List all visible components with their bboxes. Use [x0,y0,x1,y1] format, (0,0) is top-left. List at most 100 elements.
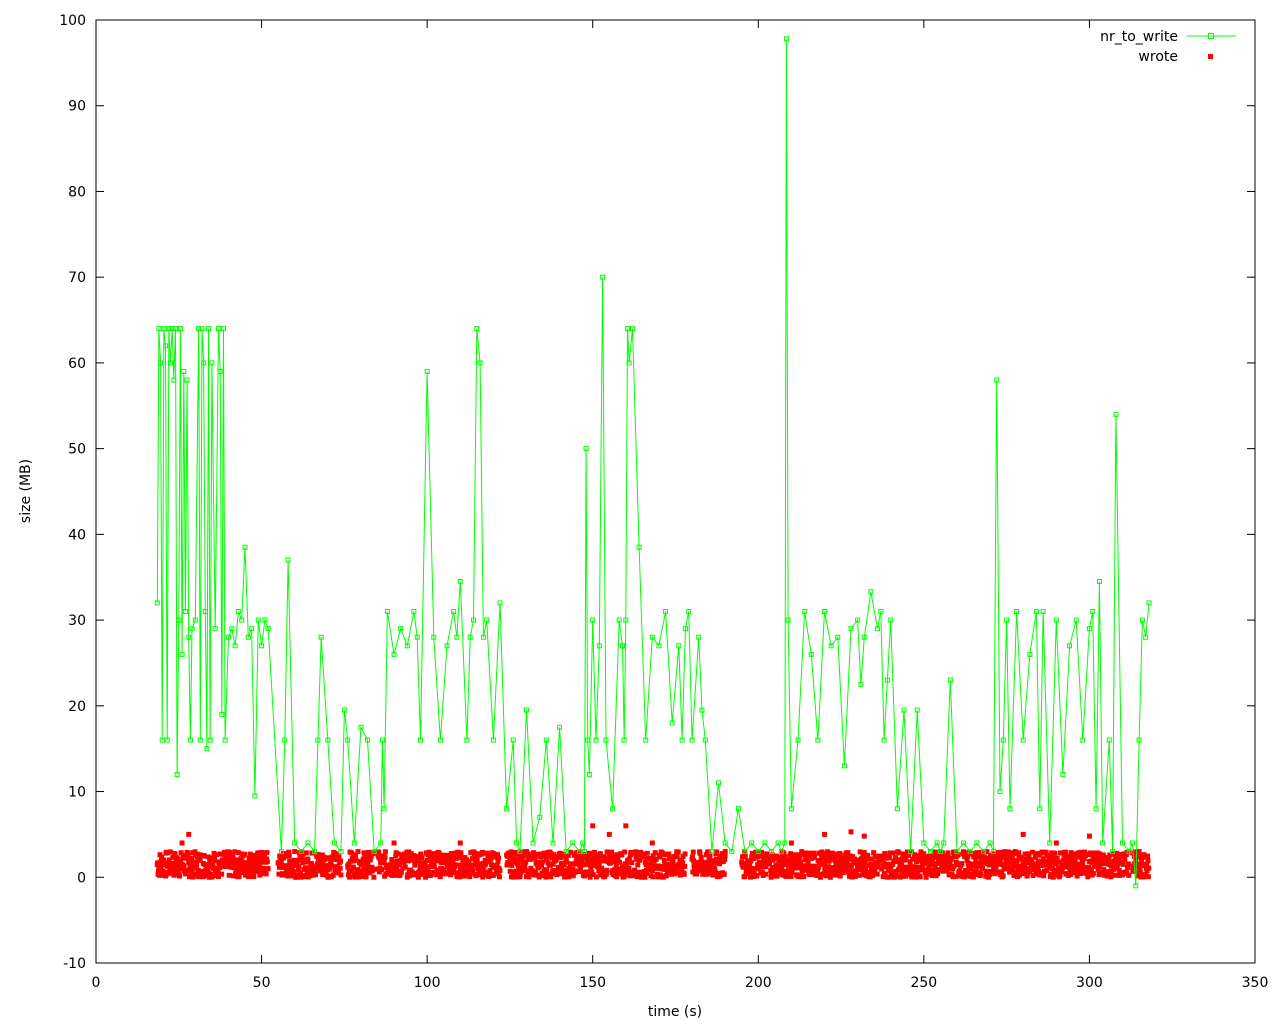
point-wrote [978,871,984,877]
point-wrote [205,854,211,860]
point-wrote [1122,856,1128,862]
point-wrote [722,849,728,855]
legend-label-wrote: wrote [1138,49,1178,65]
y-tick-label: 50 [68,442,86,458]
x-tick-label: 300 [1076,975,1103,991]
point-wrote [788,840,794,846]
point-wrote [497,868,503,874]
point-wrote [822,831,828,837]
point-wrote [652,850,658,856]
point-wrote [347,874,353,880]
y-tick-label: 60 [68,356,86,372]
point-wrote [338,872,344,878]
y-tick-label: 70 [68,270,86,286]
point-wrote [1125,861,1131,867]
point-wrote [263,871,269,877]
point-wrote [675,849,681,855]
point-wrote [523,859,529,865]
point-wrote [419,855,425,861]
point-wrote [264,850,270,856]
point-wrote [194,862,200,868]
y-tick-label: 10 [68,785,86,801]
point-wrote [896,850,902,856]
point-wrote [690,849,696,855]
point-wrote [457,840,463,846]
axis-ticks: 0 50 100 150 200 250 300 350 -10 0 10 20 30 40 50 60 70 8… [59,13,1268,991]
series-wrote [154,823,1152,880]
point-wrote [1052,850,1058,856]
point-wrote [1112,872,1118,878]
point-wrote [382,854,388,860]
y-tick-label: 20 [68,699,86,715]
point-wrote [590,823,596,829]
point-wrote [523,849,529,855]
y-tick-label: 90 [68,99,86,115]
y-tick-label: 30 [68,613,86,629]
point-wrote [959,861,965,867]
y-tick-label: 40 [68,527,86,543]
point-wrote [629,860,635,866]
point-wrote [177,873,183,879]
point-wrote [670,858,676,864]
y-tick-label: 0 [77,870,86,886]
y-axis-label: size (MB) [18,459,34,523]
point-wrote [848,862,854,868]
point-wrote [1090,871,1096,877]
point-wrote [861,833,867,839]
point-wrote [1146,865,1152,871]
point-wrote [1041,873,1047,879]
point-wrote [742,853,748,859]
point-wrote [599,865,605,871]
point-wrote [350,864,356,870]
point-wrote [458,850,464,856]
point-wrote [282,853,288,859]
chart: 0 50 100 150 200 250 300 350 -10 0 10 20 30 40 50 60 70 8… [18,13,1268,1020]
x-tick-label: 50 [253,975,271,991]
point-wrote [621,873,627,879]
point-wrote [763,871,769,877]
point-wrote [856,872,862,878]
point-wrote [286,853,292,859]
y-tick-label: 100 [59,13,86,29]
point-wrote [635,862,641,868]
point-wrote [674,854,680,860]
point-wrote [452,862,458,868]
point-wrote [1145,858,1151,864]
point-wrote [265,866,271,872]
point-wrote [955,852,961,858]
point-wrote [496,874,502,880]
point-wrote [179,840,185,846]
plot-frame [95,19,1256,964]
legend-label-nr-to-write: nr_to_write [1100,29,1178,45]
point-wrote [312,872,318,878]
point-wrote [801,874,807,880]
point-wrote [337,865,343,871]
point-wrote [371,874,377,880]
point-wrote [682,863,688,869]
x-tick-label: 200 [745,975,772,991]
point-wrote [479,849,485,855]
series-nr-to-write [154,36,1152,889]
point-wrote [338,858,344,864]
point-wrote [242,851,248,857]
point-wrote [379,867,385,873]
point-wrote [303,850,309,856]
point-wrote [649,840,655,846]
point-wrote [309,861,315,867]
point-wrote [355,849,361,855]
point-wrote [251,874,257,880]
point-wrote [644,850,650,856]
point-wrote [721,871,727,877]
point-wrote [650,874,656,880]
point-wrote [461,873,467,879]
point-wrote [666,851,672,857]
legend: nr_to_write wrote [1100,29,1236,65]
point-wrote [471,862,477,868]
point-wrote [1086,833,1092,839]
point-wrote [663,873,669,879]
point-wrote [848,829,854,835]
point-wrote [544,867,550,873]
point-wrote [376,849,382,855]
point-wrote [681,871,687,877]
point-wrote [837,850,843,856]
